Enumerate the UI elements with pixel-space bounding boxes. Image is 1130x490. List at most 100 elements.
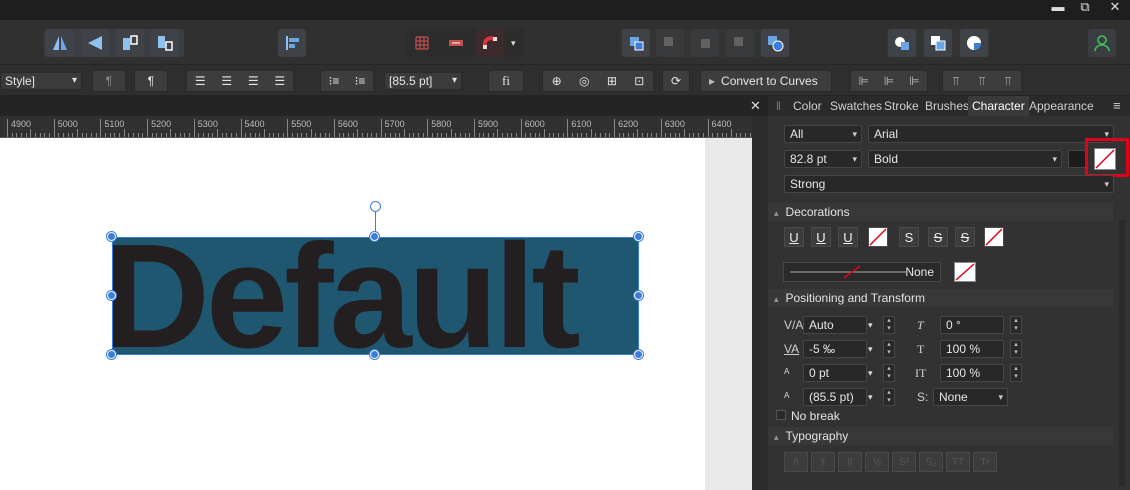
resize-handle-top[interactable] bbox=[370, 232, 379, 241]
resize-handle-top-right[interactable] bbox=[634, 232, 643, 241]
tracking-dropdown-icon[interactable]: ▾ bbox=[868, 344, 873, 355]
typography-discretionary-button[interactable]: ꬵ bbox=[811, 452, 835, 472]
close-panel-icon[interactable]: ✕ bbox=[750, 98, 761, 114]
underline-single-button[interactable]: U bbox=[784, 227, 804, 247]
snapping-dropdown-icon[interactable]: ▾ bbox=[511, 38, 516, 49]
strikethrough-double-button[interactable]: S bbox=[928, 227, 948, 247]
leading-stepper[interactable]: ▴ ▾ bbox=[883, 388, 895, 406]
panel-scrollbar[interactable] bbox=[1119, 220, 1125, 486]
insert-inside-icon[interactable] bbox=[761, 29, 789, 57]
bring-to-front-icon[interactable] bbox=[622, 29, 650, 57]
send-to-back-icon[interactable] bbox=[726, 29, 754, 57]
resize-handle-right[interactable] bbox=[634, 291, 643, 300]
baseline-field[interactable]: 0 pt bbox=[803, 364, 867, 382]
close-window-icon[interactable]: ✕ bbox=[1104, 0, 1126, 18]
align-left-icon[interactable]: ☰ bbox=[195, 74, 206, 88]
add-shapes-icon[interactable] bbox=[888, 29, 916, 57]
flip-horizontal-icon[interactable] bbox=[46, 29, 74, 57]
tab-character[interactable]: Character bbox=[968, 96, 1029, 116]
shear-field[interactable]: 0 ° bbox=[940, 316, 1004, 334]
no-break-checkbox[interactable] bbox=[776, 410, 786, 420]
font-variant-select[interactable]: Strong bbox=[784, 175, 1114, 193]
resize-handle-bottom-left[interactable] bbox=[107, 350, 116, 359]
paragraph-button[interactable]: ¶ bbox=[134, 70, 168, 92]
font-size-select[interactable]: [85.5 pt] bbox=[384, 72, 462, 90]
align-left-edges-icon[interactable]: ⊫ bbox=[858, 74, 868, 88]
typography-superscript-button[interactable]: S² bbox=[892, 452, 916, 472]
ligature-button[interactable]: fi bbox=[488, 70, 524, 92]
kerning-dropdown-icon[interactable]: ▾ bbox=[868, 320, 873, 331]
leading-dropdown-icon[interactable]: ▾ bbox=[868, 392, 873, 403]
tracking-stepper[interactable]: ▴ ▾ bbox=[883, 340, 895, 358]
move-forward-icon[interactable] bbox=[656, 29, 684, 57]
decorations-section-header[interactable]: ▴ Decorations bbox=[768, 203, 1113, 221]
font-family-select[interactable]: Arial bbox=[868, 125, 1114, 143]
tab-stroke[interactable]: Stroke bbox=[884, 96, 919, 116]
decoration-line-style[interactable]: None bbox=[783, 262, 941, 282]
typography-titling-button[interactable]: Tr bbox=[973, 452, 997, 472]
panel-menu-icon[interactable]: ≡ bbox=[1113, 96, 1121, 116]
underline-custom-button[interactable]: U bbox=[838, 227, 858, 247]
align-h-center-icon[interactable]: ⊫ bbox=[884, 74, 894, 88]
resize-icon[interactable]: ⊞ bbox=[607, 74, 617, 88]
typography-ligatures-button[interactable]: fi bbox=[784, 452, 808, 472]
typography-caps-button[interactable]: TT bbox=[946, 452, 970, 472]
flip-vertical-icon[interactable] bbox=[81, 29, 109, 57]
numbered-list-icon[interactable]: ⁝≡ bbox=[355, 74, 366, 88]
crosshair-icon[interactable]: ⊕ bbox=[552, 74, 562, 88]
baseline-stepper[interactable]: ▴ ▾ bbox=[883, 364, 895, 382]
restore-icon[interactable]: ⧉ bbox=[1074, 0, 1096, 18]
resize-handle-bottom[interactable] bbox=[370, 350, 379, 359]
minimize-icon[interactable]: ▬ bbox=[1047, 0, 1069, 18]
eye-icon[interactable]: ◎ bbox=[579, 74, 589, 88]
align-icon[interactable] bbox=[278, 29, 306, 57]
horizontal-scale-stepper[interactable]: ▴ ▾ bbox=[1010, 364, 1022, 382]
align-right-edges-icon[interactable]: ⊫ bbox=[909, 74, 919, 88]
tab-swatches[interactable]: Swatches bbox=[830, 96, 882, 116]
underline-double-button[interactable]: U bbox=[811, 227, 831, 247]
font-size-field[interactable]: 82.8 pt bbox=[784, 150, 862, 168]
font-weight-select[interactable]: Bold bbox=[868, 150, 1062, 168]
rotate-left-icon[interactable] bbox=[116, 29, 144, 57]
text-fill-swatch[interactable] bbox=[1068, 150, 1086, 168]
align-center-icon[interactable]: ☰ bbox=[221, 74, 232, 88]
vertical-scale-field[interactable]: 100 % bbox=[940, 340, 1004, 358]
vertical-scale-stepper[interactable]: ▴ ▾ bbox=[1010, 340, 1022, 358]
align-top-edges-icon[interactable]: ⫪ bbox=[953, 74, 960, 89]
resize-handle-bottom-right[interactable] bbox=[634, 350, 643, 359]
baseline-dropdown-icon[interactable]: ▾ bbox=[868, 368, 873, 379]
strikethrough-single-button[interactable]: S bbox=[899, 227, 919, 247]
transform-icon[interactable]: ⊡ bbox=[634, 74, 644, 88]
tab-appearance[interactable]: Appearance bbox=[1029, 96, 1094, 116]
user-account-icon[interactable] bbox=[1088, 29, 1116, 57]
strikethrough-color-swatch[interactable] bbox=[984, 227, 1004, 247]
typography-section-header[interactable]: ▴ Typography bbox=[768, 427, 1113, 445]
bullet-list-icon[interactable]: ⁝≡ bbox=[329, 74, 340, 88]
kerning-stepper[interactable]: ▴ ▾ bbox=[883, 316, 895, 334]
guides-icon[interactable] bbox=[442, 29, 470, 57]
canvas[interactable]: Default bbox=[0, 138, 752, 490]
resize-handle-top-left[interactable] bbox=[107, 232, 116, 241]
scope-select[interactable]: All bbox=[784, 125, 862, 143]
align-right-icon[interactable]: ☰ bbox=[248, 74, 259, 88]
tab-brushes[interactable]: Brushes bbox=[925, 96, 969, 116]
paragraph-style-select[interactable]: Style] bbox=[0, 72, 82, 90]
align-v-center-icon[interactable]: ⫪ bbox=[979, 74, 986, 89]
grid-icon[interactable] bbox=[408, 29, 436, 57]
panel-divider[interactable] bbox=[752, 116, 768, 490]
rotate-right-icon[interactable] bbox=[151, 29, 179, 57]
move-back-icon[interactable] bbox=[691, 29, 719, 57]
typography-fractions-button[interactable]: ½ bbox=[865, 452, 889, 472]
resize-handle-left[interactable] bbox=[107, 291, 116, 300]
typography-subscript-button[interactable]: S₂ bbox=[919, 452, 943, 472]
typography-swash-button[interactable]: ll bbox=[838, 452, 862, 472]
refresh-icon[interactable]: ⟳ bbox=[662, 70, 690, 92]
leading-field[interactable]: (85.5 pt) bbox=[803, 388, 867, 406]
underline-color-swatch[interactable] bbox=[868, 227, 888, 247]
tab-color[interactable]: Color bbox=[793, 96, 822, 116]
rotation-handle[interactable] bbox=[370, 201, 381, 212]
subtract-shapes-icon[interactable] bbox=[924, 29, 952, 57]
positioning-section-header[interactable]: ▴ Positioning and Transform bbox=[768, 289, 1113, 307]
script-select[interactable]: None bbox=[933, 388, 1008, 406]
snapping-magnet-icon[interactable] bbox=[476, 29, 504, 57]
